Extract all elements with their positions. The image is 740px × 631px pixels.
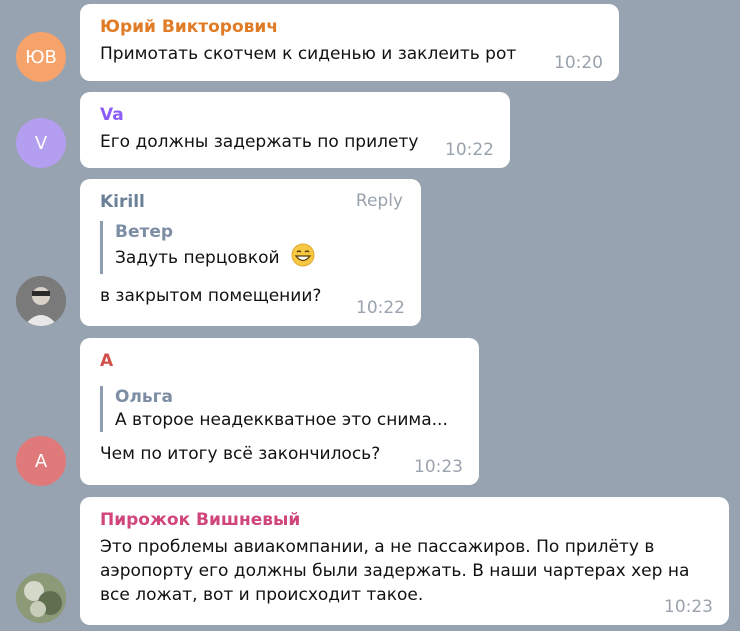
reply-button[interactable]: Reply — [356, 191, 403, 211]
message-time: 10:23 — [414, 457, 463, 477]
quote-text: Задуть перцовкой — [115, 248, 280, 268]
avatar-initials: V — [34, 132, 48, 154]
avatar[interactable]: ЮВ — [16, 32, 66, 82]
message-text: Его должны задержать по прилету — [100, 132, 419, 152]
message-bubble[interactable]: Юрий Викторович Примотать скотчем к сиде… — [80, 4, 619, 81]
avatar[interactable]: A — [16, 436, 66, 486]
user-photo-icon — [16, 276, 66, 326]
message-sender[interactable]: Юрий Викторович — [100, 16, 603, 38]
message-text: Чем по итогу всё закончилось? — [100, 444, 381, 464]
quote-author: Ветер — [115, 222, 174, 242]
message-time: 10:22 — [356, 298, 405, 318]
message-bubble[interactable]: A Ольга А второе неадеккватное это снима… — [80, 338, 479, 485]
message-sender[interactable]: Va — [100, 104, 494, 126]
message-time: 10:20 — [554, 53, 603, 73]
avatar-initials: A — [34, 450, 48, 472]
message-sender[interactable]: Пирожок Вишневый — [100, 509, 713, 531]
avatar-initials: ЮВ — [25, 46, 57, 68]
grinning-face-icon — [291, 243, 315, 274]
message-time: 10:23 — [664, 597, 713, 617]
avatar-photo[interactable] — [16, 276, 66, 326]
quote-text: А второе неадеккватное это снима... — [115, 410, 448, 430]
avatar-photo[interactable] — [16, 573, 66, 623]
message-bubble[interactable]: Kirill Reply Ветер Задуть перцовкой в за… — [80, 179, 421, 326]
user-photo-icon — [16, 573, 66, 623]
avatar[interactable]: V — [16, 118, 66, 168]
quote-text-row: Задуть перцовкой — [115, 243, 405, 274]
reply-quote[interactable]: Ольга А второе неадеккватное это снима..… — [100, 386, 463, 432]
message-sender[interactable]: A — [100, 350, 463, 372]
message-text: Примотать скотчем к сиденью и заклеить р… — [100, 44, 517, 64]
message-time: 10:22 — [445, 140, 494, 160]
message-bubble[interactable]: Пирожок Вишневый Это проблемы авиакомпан… — [80, 497, 729, 625]
quote-author: Ольга — [115, 387, 174, 407]
message-bubble[interactable]: Va Его должны задержать по прилету 10:22 — [80, 92, 510, 168]
message-text: Это проблемы авиакомпании, а не пассажир… — [100, 537, 690, 605]
reply-quote[interactable]: Ветер Задуть перцовкой — [100, 221, 405, 274]
